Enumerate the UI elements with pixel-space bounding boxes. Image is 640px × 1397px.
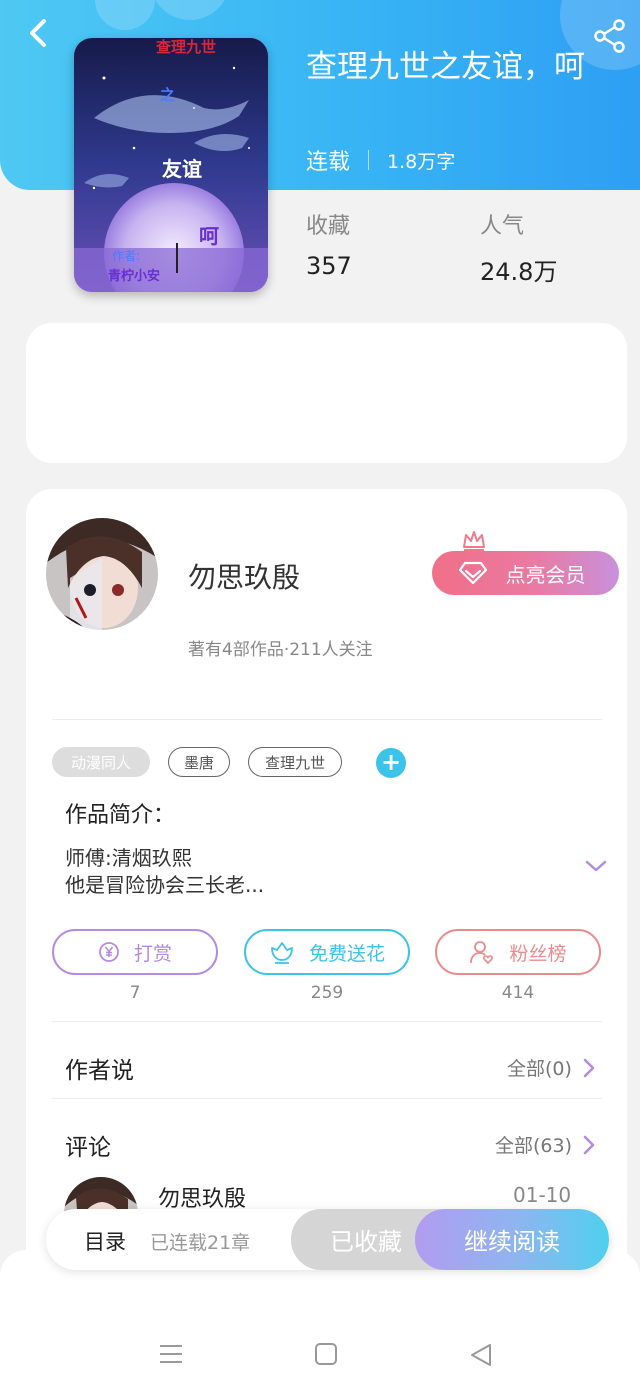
intro-line: 师傅:清烟玖熙 bbox=[65, 846, 192, 870]
tip-button[interactable]: 打赏 bbox=[52, 929, 218, 975]
chevron-right-icon bbox=[583, 1135, 595, 1154]
author-says-all-link[interactable]: 全部(0) bbox=[507, 1054, 596, 1081]
light-up-vip-button[interactable]: 点亮会员 bbox=[432, 531, 619, 595]
book-status: 连载 bbox=[306, 150, 351, 175]
fan-count: 414 bbox=[501, 983, 535, 1003]
yen-coin-icon bbox=[99, 942, 119, 962]
fan-ranking-label: 粉丝榜 bbox=[509, 942, 567, 965]
divider bbox=[52, 1021, 602, 1022]
popularity-stat: 人气 24.8万 bbox=[480, 208, 557, 287]
cover-title-text: 查理九世 bbox=[156, 38, 216, 56]
chevron-right-icon bbox=[583, 1058, 595, 1077]
intro-text: 师傅:清烟玖熙 他是冒险协会三长老... bbox=[65, 845, 264, 899]
menu-icon bbox=[160, 1345, 182, 1363]
send-flower-button[interactable]: 免费送花 bbox=[244, 929, 410, 975]
bottom-panel bbox=[0, 1250, 640, 1397]
user-heart-icon bbox=[470, 941, 494, 965]
tag-category[interactable]: 动漫同人 bbox=[52, 747, 150, 777]
toc-button[interactable]: 目录 bbox=[84, 1226, 126, 1256]
cover-he-text: 呵 bbox=[199, 224, 219, 248]
vip-label: 点亮会员 bbox=[505, 562, 586, 587]
back-button[interactable] bbox=[22, 16, 56, 50]
empty-card bbox=[26, 323, 627, 463]
author-stats: 著有4部作品·211人关注 bbox=[188, 640, 373, 660]
popularity-label: 人气 bbox=[480, 214, 525, 239]
triangle-back-icon bbox=[471, 1344, 491, 1366]
cover-author-text: 青柠小安 bbox=[108, 268, 160, 284]
fan-ranking-button[interactable]: 粉丝榜 bbox=[435, 929, 601, 975]
tip-label: 打赏 bbox=[133, 942, 172, 965]
chevron-down-icon bbox=[585, 860, 607, 872]
back-nav-button[interactable] bbox=[468, 1342, 494, 1372]
cover-artwork: 查理九世 之 友谊 呵 作者: 青柠小安 bbox=[74, 38, 268, 292]
tag-item[interactable]: 墨唐 bbox=[168, 747, 230, 777]
flower-icon bbox=[271, 942, 293, 964]
author-says-count: 全部(0) bbox=[507, 1058, 572, 1080]
favorites-value: 357 bbox=[306, 252, 352, 280]
decor-bubble bbox=[150, 0, 230, 20]
comments-all-link[interactable]: 全部(63) bbox=[495, 1131, 596, 1158]
book-title: 查理九世之友谊，呵 bbox=[306, 49, 585, 85]
book-meta: 连载 1.8万字 bbox=[306, 144, 455, 176]
expand-intro-button[interactable] bbox=[584, 858, 608, 878]
square-icon bbox=[315, 1343, 337, 1365]
tag-item[interactable]: 查理九世 bbox=[248, 747, 342, 777]
author-avatar[interactable] bbox=[46, 518, 158, 630]
comments-title: 评论 bbox=[65, 1135, 111, 1161]
meta-divider bbox=[368, 150, 370, 170]
comment-date: 01-10 bbox=[513, 1183, 572, 1207]
tip-count: 7 bbox=[129, 983, 141, 1003]
intro-line: 他是冒险协会三长老... bbox=[65, 873, 265, 897]
send-flower-label: 免费送花 bbox=[308, 942, 385, 965]
cover-zhi-text: 之 bbox=[160, 86, 175, 104]
cover-author-label: 作者: bbox=[112, 249, 140, 263]
cover-youyi-text: 友谊 bbox=[162, 157, 202, 181]
comments-count: 全部(63) bbox=[495, 1135, 573, 1157]
book-word-count: 1.8万字 bbox=[387, 150, 456, 173]
author-name[interactable]: 勿思玖殷 bbox=[188, 556, 300, 596]
avatar-image bbox=[46, 518, 158, 630]
home-nav-button[interactable] bbox=[314, 1342, 338, 1370]
decor-bubble bbox=[95, 0, 155, 30]
continue-reading-button[interactable]: 继续阅读 bbox=[415, 1209, 609, 1270]
chapter-count: 已连载21章 bbox=[150, 1232, 251, 1254]
diamond-icon bbox=[458, 561, 487, 585]
intro-title: 作品简介： bbox=[65, 803, 176, 828]
reading-bar: 目录 已连载21章 已收藏 继续阅读 bbox=[46, 1209, 609, 1270]
menu-nav-button[interactable] bbox=[158, 1342, 184, 1370]
favorites-label: 收藏 bbox=[306, 214, 351, 239]
chevron-left-icon bbox=[30, 19, 46, 47]
popularity-value: 24.8万 bbox=[480, 258, 558, 286]
favorites-stat: 收藏 357 bbox=[306, 208, 352, 280]
book-cover[interactable]: 查理九世 之 友谊 呵 作者: 青柠小安 bbox=[74, 38, 268, 292]
divider bbox=[52, 719, 602, 720]
divider bbox=[52, 1098, 602, 1099]
flower-count: 259 bbox=[310, 983, 344, 1003]
crown-icon bbox=[463, 531, 485, 551]
add-tag-button[interactable]: + bbox=[376, 748, 406, 778]
author-says-title: 作者说 bbox=[65, 1058, 134, 1084]
